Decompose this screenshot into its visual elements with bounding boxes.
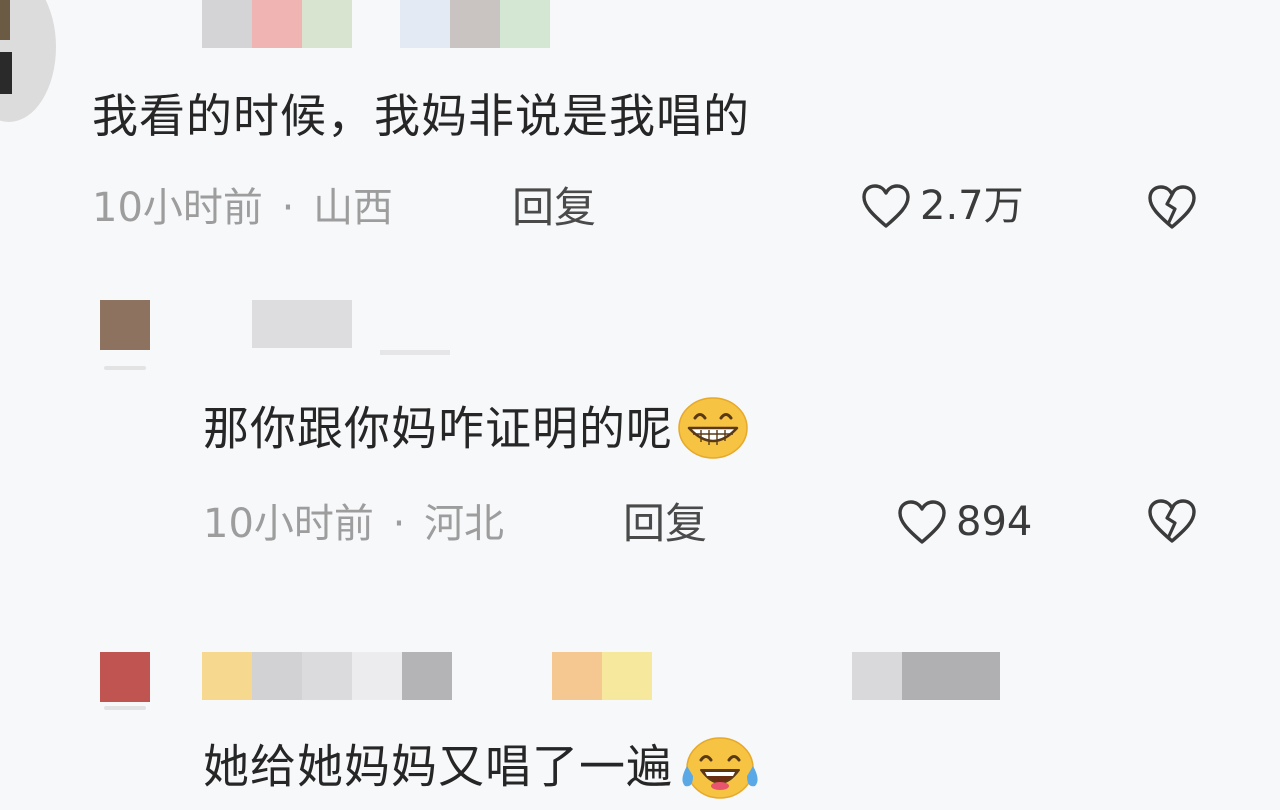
- username-blurred-1[interactable]: [202, 0, 550, 48]
- like-count-1: 2.7万: [920, 183, 1024, 229]
- tears-of-joy-emoji: [677, 736, 763, 800]
- meta-dot-1: ·: [281, 185, 295, 231]
- comment-text-3: 她给她妈妈又唱了一遍: [203, 736, 763, 802]
- heart-outline-icon: [896, 498, 948, 546]
- meta-dot-2: ·: [392, 501, 406, 547]
- reply-button-1[interactable]: 回复: [512, 184, 596, 232]
- comment-text-2: 那你跟你妈咋证明的呢: [203, 397, 749, 464]
- username-blurred-2[interactable]: [252, 300, 352, 348]
- comment-meta-1: 10小时前 · 山西: [92, 184, 393, 232]
- broken-heart-icon[interactable]: [1145, 496, 1199, 546]
- heart-outline-icon: [860, 182, 912, 230]
- broken-heart-icon[interactable]: [1145, 182, 1199, 232]
- comment-meta-2: 10小时前 · 河北: [203, 500, 504, 548]
- comment-text-1: 我看的时候，我妈非说是我唱的: [92, 89, 750, 143]
- comment-text-3-content: 她给她妈妈又唱了一遍: [203, 739, 673, 794]
- like-button-2[interactable]: 894: [896, 498, 1032, 546]
- comment-region-1: 山西: [313, 185, 394, 231]
- avatar-commenter-3[interactable]: [100, 652, 150, 702]
- avatar-shadow-2: [104, 366, 146, 370]
- avatar-commenter-1[interactable]: [0, 0, 56, 122]
- avatar-shadow-3: [104, 706, 146, 710]
- comment-time-2: 10小时前: [203, 501, 374, 547]
- username-underline-2: [380, 350, 450, 355]
- grinning-face-emoji: [677, 396, 749, 460]
- avatar-commenter-2[interactable]: [100, 300, 150, 350]
- comment-region-2: 河北: [424, 501, 505, 547]
- like-button-1[interactable]: 2.7万: [860, 182, 1024, 230]
- comment-text-2-content: 那你跟你妈咋证明的呢: [203, 401, 673, 456]
- reply-button-2[interactable]: 回复: [623, 500, 707, 548]
- comment-time-1: 10小时前: [92, 185, 263, 231]
- like-count-2: 894: [956, 499, 1033, 545]
- username-blurred-3[interactable]: [202, 652, 1000, 700]
